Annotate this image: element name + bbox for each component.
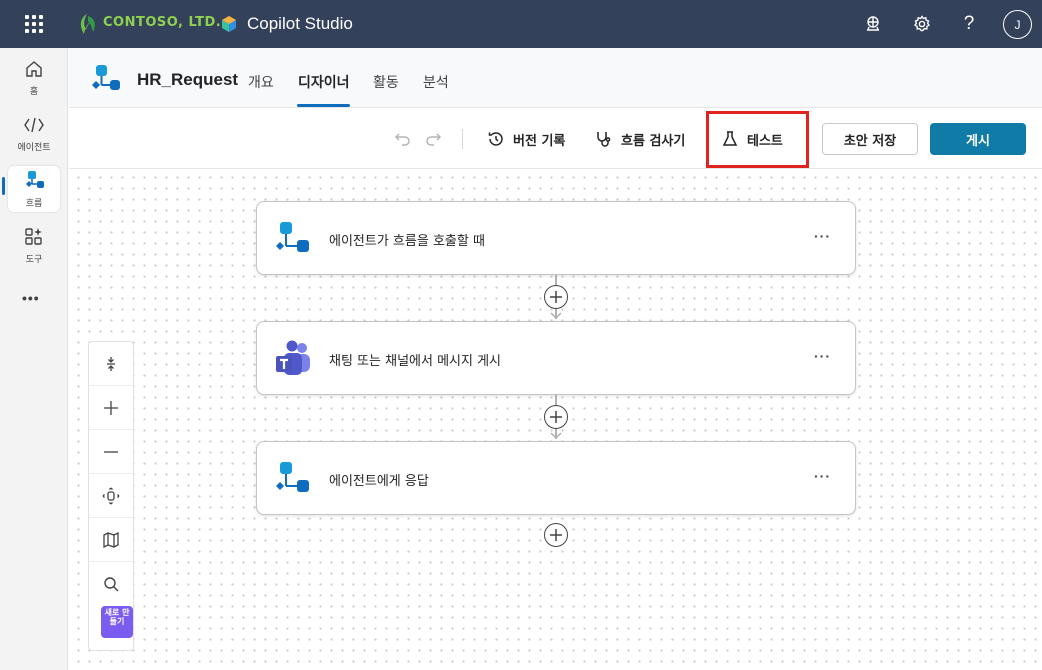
home-icon (22, 57, 46, 81)
toolbar-divider (462, 129, 463, 149)
flow-icon (92, 65, 120, 90)
org-name: CONTOSO, LTD. (103, 15, 222, 30)
rail-item-agents[interactable]: 에이전트 (8, 110, 60, 156)
add-step-button[interactable] (544, 285, 568, 309)
rail-item-home[interactable]: 홈 (8, 54, 60, 100)
designer-toolbar: 버전 기록 흐름 검사기 테스트 초안 저장 게시 (69, 109, 1042, 169)
version-history-button[interactable]: 버전 기록 (487, 127, 565, 151)
node-label: 에이전트에게 응답 (329, 474, 429, 489)
flow-checker-label: 흐름 검사기 (621, 133, 686, 149)
plus-icon (550, 411, 562, 423)
agents-icon (22, 113, 46, 137)
flow-header: HR_Request 개요 디자이너 활동 분석 (69, 48, 1042, 108)
redo-icon[interactable] (423, 129, 443, 149)
product-name: Copilot Studio (247, 14, 353, 33)
flow-trigger-icon (276, 222, 309, 252)
more-options-icon[interactable]: ··· (814, 228, 831, 244)
flow-node-trigger[interactable]: 에이전트가 흐름을 호출할 때 ··· (256, 201, 856, 275)
waffle-icon[interactable] (25, 15, 43, 33)
top-bar: CONTOSO, LTD. Copilot Studio ? J (0, 0, 1042, 48)
rail-item-flows[interactable]: 흐름 (8, 166, 60, 212)
test-label: 테스트 (747, 133, 783, 149)
node-label: 채팅 또는 채널에서 메시지 게시 (329, 354, 502, 369)
minus-icon (104, 450, 118, 453)
minimap-button[interactable] (89, 518, 133, 562)
tab-designer[interactable]: 디자이너 (298, 72, 350, 92)
avatar[interactable]: J (1003, 10, 1032, 39)
rail-item-label: 도구 (25, 255, 43, 265)
test-button[interactable]: 테스트 (721, 127, 783, 151)
add-step-button[interactable] (544, 405, 568, 429)
plus-icon (550, 529, 562, 541)
tab-overview[interactable]: 개요 (248, 72, 274, 92)
fit-to-screen-icon (102, 487, 120, 504)
undo-icon[interactable] (393, 129, 413, 149)
flow-response-icon (276, 462, 309, 492)
node-label: 에이전트가 흐름을 호출할 때 (329, 234, 485, 249)
history-icon (488, 132, 503, 146)
tools-icon (22, 225, 46, 249)
flow-title: HR_Request (137, 70, 239, 89)
plus-icon (550, 291, 562, 303)
active-tab-underline (297, 104, 350, 107)
arrow-down-icon (550, 432, 562, 440)
flow-icon (22, 169, 46, 193)
map-icon (103, 531, 119, 548)
version-history-label: 버전 기록 (513, 133, 566, 149)
beaker-icon (722, 131, 738, 146)
fit-vertical-button[interactable] (89, 342, 133, 386)
gear-icon[interactable] (910, 12, 934, 36)
flow-node-teams-post[interactable]: 채팅 또는 채널에서 메시지 게시 ··· (256, 321, 856, 395)
new-badge[interactable]: 새로 만들기 (101, 606, 133, 638)
save-draft-button[interactable]: 초안 저장 (822, 123, 918, 155)
tab-analytics[interactable]: 분석 (423, 72, 449, 92)
flow-node-respond[interactable]: 에이전트에게 응답 ··· (256, 441, 856, 515)
stethoscope-icon (597, 132, 611, 147)
left-rail: 홈 에이전트 흐름 도구 ••• (0, 48, 68, 670)
zoom-out-button[interactable] (89, 430, 133, 474)
collapse-vertical-icon (107, 356, 115, 371)
tab-activity[interactable]: 활동 (373, 72, 399, 92)
flow-checker-button[interactable]: 흐름 검사기 (595, 127, 685, 151)
rail-item-tools[interactable]: 도구 (8, 222, 60, 268)
arrow-down-icon (550, 312, 562, 320)
rail-item-label: 에이전트 (17, 143, 51, 153)
zoom-in-button[interactable] (89, 386, 133, 430)
more-options-icon[interactable]: ··· (814, 348, 831, 364)
rail-item-label: 흐름 (25, 199, 43, 209)
copilot-help-icon[interactable] (861, 12, 885, 36)
teams-icon (276, 340, 310, 375)
add-step-button[interactable] (544, 523, 568, 547)
rail-item-label: 홈 (29, 87, 39, 97)
question-icon[interactable]: ? (957, 12, 981, 36)
more-icon[interactable]: ••• (22, 290, 40, 306)
rail-active-indicator (2, 177, 5, 195)
zoom-panel: 새로 만들기 (88, 341, 134, 651)
plus-icon (104, 400, 118, 415)
contoso-logo-icon (80, 14, 95, 34)
publish-button[interactable]: 게시 (930, 123, 1026, 155)
search-icon (104, 577, 119, 592)
copilot-studio-logo-icon (222, 16, 236, 32)
search-button[interactable] (89, 562, 133, 606)
more-options-icon[interactable]: ··· (814, 468, 831, 484)
fit-view-button[interactable] (89, 474, 133, 518)
flow-canvas[interactable]: 에이전트가 흐름을 호출할 때 ··· 채팅 또는 채널에서 메시지 게시 ··… (69, 169, 1042, 670)
